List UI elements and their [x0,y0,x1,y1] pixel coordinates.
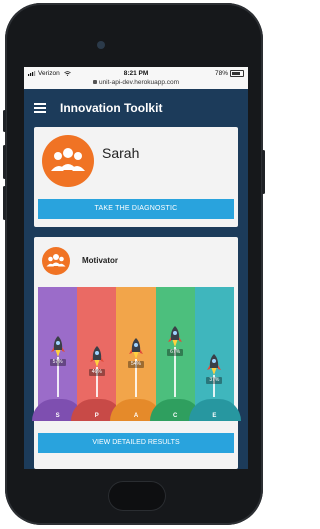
rocket-icon [207,353,222,375]
motivator-chart: 57% S 46% P 54% A 67% C 37% E [32,287,241,421]
rocket-icon [128,338,143,360]
power-button [262,150,265,194]
view-detailed-results-button[interactable]: VIEW DETAILED RESULTS [38,433,234,453]
motivator-column-p: 46% P [71,287,124,421]
motivator-column-s: 57% S [32,287,84,421]
volume-up-button [3,145,6,179]
battery-icon [230,70,244,77]
hamburger-menu-icon[interactable] [34,103,46,113]
rocket-icon [89,345,104,367]
group-avatar [42,135,94,187]
take-diagnostic-button[interactable]: TAKE THE DIAGNOSTIC [38,199,234,219]
motivator-column-letter: E [212,413,217,419]
user-name: Sarah [102,145,140,161]
group-icon [46,254,66,267]
battery-percent: 78% [214,70,228,78]
motivator-column-a: 54% A [110,287,163,421]
volume-down-button [3,186,6,220]
rocket-icon [50,335,65,357]
motivator-card: Motivator 57% S 46% P 54% A 67% C 37% E VIEW DETA… [32,237,241,469]
motivator-percent-label: 57% [49,358,66,366]
status-bar: Verizon 8:21 PM 78% unit-api-dev.herokua… [24,67,248,89]
motivator-title: Motivator [82,256,118,265]
front-camera [97,41,105,49]
motivator-percent-label: 37% [206,376,223,384]
motivator-percent-label: 46% [88,368,105,376]
address-bar[interactable]: unit-api-dev.herokuapp.com [24,79,248,86]
app-header: Innovation Toolkit [24,89,248,127]
motivator-percent-label: 67% [167,349,184,357]
phone-screen: Verizon 8:21 PM 78% unit-api-dev.herokua… [24,67,248,469]
profile-card: Sarah TAKE THE DIAGNOSTIC [34,127,238,227]
motivator-column-c: 67% C [149,287,202,421]
group-icon [51,148,85,171]
lock-icon [92,80,97,85]
rocket-icon [168,326,183,348]
motivator-column-e: 37% E [188,287,241,421]
url-text: unit-api-dev.herokuapp.com [98,79,180,86]
home-button[interactable] [108,481,166,511]
main-content: Sarah TAKE THE DIAGNOSTIC Motivator 57% S… [24,127,248,469]
motivator-avatar [42,247,70,275]
app-title: Innovation Toolkit [60,101,163,115]
mute-switch [3,110,6,132]
motivator-percent-label: 54% [127,361,144,369]
